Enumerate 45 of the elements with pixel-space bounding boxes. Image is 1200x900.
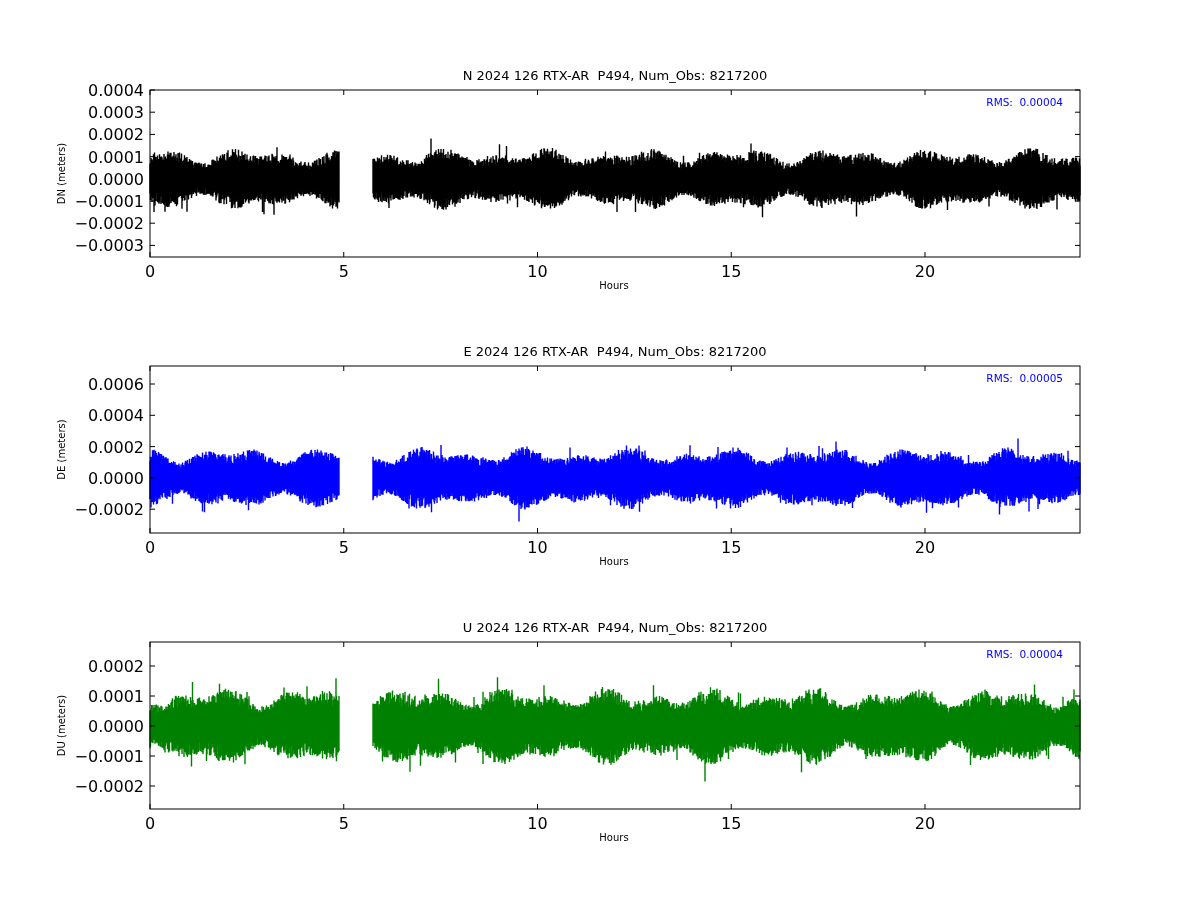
x-axis-label: Hours xyxy=(599,832,629,843)
y-tick-label: 0.0000 xyxy=(88,717,144,736)
y-tick-label: −0.0002 xyxy=(74,500,144,520)
y-axis-label: DN (meters) xyxy=(56,142,67,205)
rms-value: RMS: 0.00005 xyxy=(986,372,1063,384)
plot-title: U 2024 126 RTX-AR P494, Num_Obs: 8217200 xyxy=(462,620,768,635)
y-tick-label: 0.0001 xyxy=(88,147,144,167)
x-tick-label: 0 xyxy=(144,262,156,281)
x-tick-label: 0 xyxy=(144,538,156,557)
x-tick-label: 10 xyxy=(527,538,548,557)
y-tick-label: 0.0003 xyxy=(88,103,144,123)
y-tick-label: 0.0004 xyxy=(88,406,144,426)
x-tick-label: 10 xyxy=(527,262,548,281)
x-axis-label: Hours xyxy=(599,556,629,567)
y-tick-label: −0.0001 xyxy=(74,747,144,766)
y-tick-label: 0.0002 xyxy=(88,125,144,145)
y-axis-label: DE (meters) xyxy=(56,419,67,480)
x-tick-label: 5 xyxy=(338,538,349,557)
y-tick-label: 0.0006 xyxy=(88,375,144,394)
y-tick-label: 0.0004 xyxy=(88,81,144,100)
y-tick-label: 0.0000 xyxy=(88,468,144,488)
x-tick-label: 15 xyxy=(721,262,742,281)
x-tick-label: 15 xyxy=(721,814,742,833)
rms-value: RMS: 0.00004 xyxy=(986,96,1063,108)
x-tick-label: 5 xyxy=(338,262,349,281)
x-axis-label: Hours xyxy=(599,280,629,291)
x-tick-label: 20 xyxy=(914,814,936,833)
x-tick-label: 10 xyxy=(527,814,548,833)
y-tick-label: 0.0000 xyxy=(88,169,144,189)
y-tick-label: −0.0002 xyxy=(74,777,144,796)
y-tick-label: 0.0002 xyxy=(88,657,144,676)
y-tick-label: −0.0003 xyxy=(74,236,144,256)
x-tick-label: 20 xyxy=(914,538,936,557)
x-tick-label: 15 xyxy=(721,538,742,557)
plot-title: N 2024 126 RTX-AR P494, Num_Obs: 8217200 xyxy=(462,68,768,83)
y-tick-label: −0.0002 xyxy=(74,214,144,234)
rms-value: RMS: 0.00004 xyxy=(986,648,1063,660)
x-tick-label: 0 xyxy=(144,814,156,833)
x-tick-label: 5 xyxy=(338,814,349,833)
y-tick-label: −0.0001 xyxy=(74,192,144,211)
x-tick-label: 20 xyxy=(914,262,936,281)
plot-title: E 2024 126 RTX-AR P494, Num_Obs: 8217200 xyxy=(463,344,767,359)
y-axis-label: DU (meters) xyxy=(56,694,67,757)
y-tick-label: 0.0002 xyxy=(88,437,144,457)
y-tick-label: 0.0001 xyxy=(88,687,144,706)
